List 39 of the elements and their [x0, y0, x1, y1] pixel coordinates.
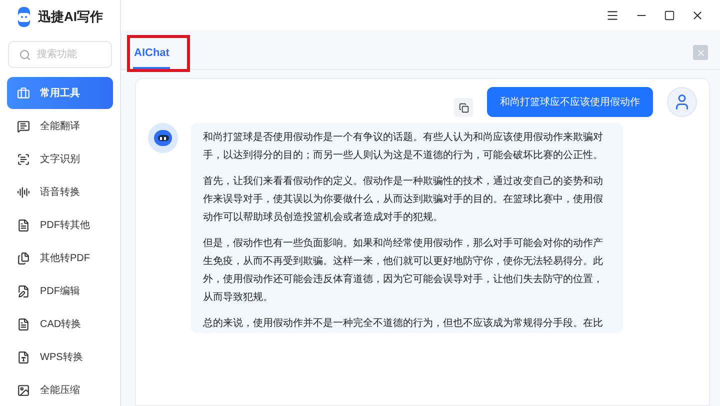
app-logo-icon: [18, 7, 30, 27]
search-icon: [19, 48, 31, 60]
tab[interactable]: AIChat: [133, 39, 170, 69]
item-icon: [17, 318, 30, 330]
sidebar-item[interactable]: CAD转换: [7, 308, 113, 340]
message-paragraph: 但是，假动作也有一些负面影响。如果和尚经常使用假动作，那么对手可能会对你的动作产生免疫，从而不再受到欺骗。这样一来，他们就可以更好地防守你，使你无法轻易得分。此外，使用假动作还可能会违反体育道德，因为它可能会误导对手，让他们失去防守的位置，从而导致犯规。: [203, 236, 604, 305]
sidebar-item[interactable]: 全能压缩: [7, 374, 113, 406]
close-icon[interactable]: [691, 8, 704, 22]
search-input[interactable]: 搜索功能: [37, 47, 101, 62]
sidebar-item[interactable]: PDF转其他: [7, 209, 113, 241]
copy-button[interactable]: [454, 98, 473, 117]
app-title: 迅捷AI写作: [38, 8, 103, 26]
message-paragraph: 总的来说，使用假动作并不是一种完全不道德的行为，但也不应该成为常规得分手段。在比: [203, 316, 604, 331]
sidebar-item[interactable]: 语音转换: [7, 176, 113, 208]
sidebar-item[interactable]: PDF编辑: [7, 275, 113, 307]
user-avatar: [667, 87, 697, 117]
item-icon: [17, 284, 30, 298]
bot-avatar: [148, 123, 178, 153]
search-field[interactable]: 搜索功能: [8, 41, 112, 68]
sidebar-item[interactable]: 全能翻译: [7, 110, 113, 142]
item-icon: [17, 186, 30, 198]
sidebar-item[interactable]: 常用工具: [7, 77, 113, 109]
item-icon: [17, 218, 30, 232]
item-icon: [17, 384, 30, 396]
item-icon: [17, 152, 30, 166]
message-paragraph: 和尚打篮球是否使用假动作是一个有争议的话题。有些人认为和尚应该使用假动作来欺骗对手，以达到得分的目的；而另一些人则认为这是不道德的行为，可能会破坏比赛的公正性。: [203, 130, 604, 163]
close-icon: [696, 48, 706, 58]
message-paragraph: 首先，让我们来看看假动作的定义。假动作是一种欺骗性的技术，通过改变自己的姿势和动作来误导对手，使其误以为你要做什么，从而达到欺骗对手的目的。在篮球比赛中，使用假动作可以帮助球员创造投篮机会或者造成对手的犯规。: [203, 174, 604, 225]
user-message: 和尚打篮球应不应该使用假动作: [487, 87, 653, 117]
sidebar-item[interactable]: WPS转换: [7, 341, 113, 373]
sidebar-item[interactable]: 文字识别: [7, 143, 113, 175]
sidebar-item[interactable]: 其他转PDF: [7, 242, 113, 274]
item-icon: [17, 252, 30, 264]
maximize-icon[interactable]: [664, 10, 675, 20]
menu-icon[interactable]: [606, 8, 619, 22]
item-icon: [17, 86, 30, 100]
copy-icon: [458, 102, 468, 112]
item-icon: [17, 350, 30, 364]
item-icon: [17, 120, 30, 132]
